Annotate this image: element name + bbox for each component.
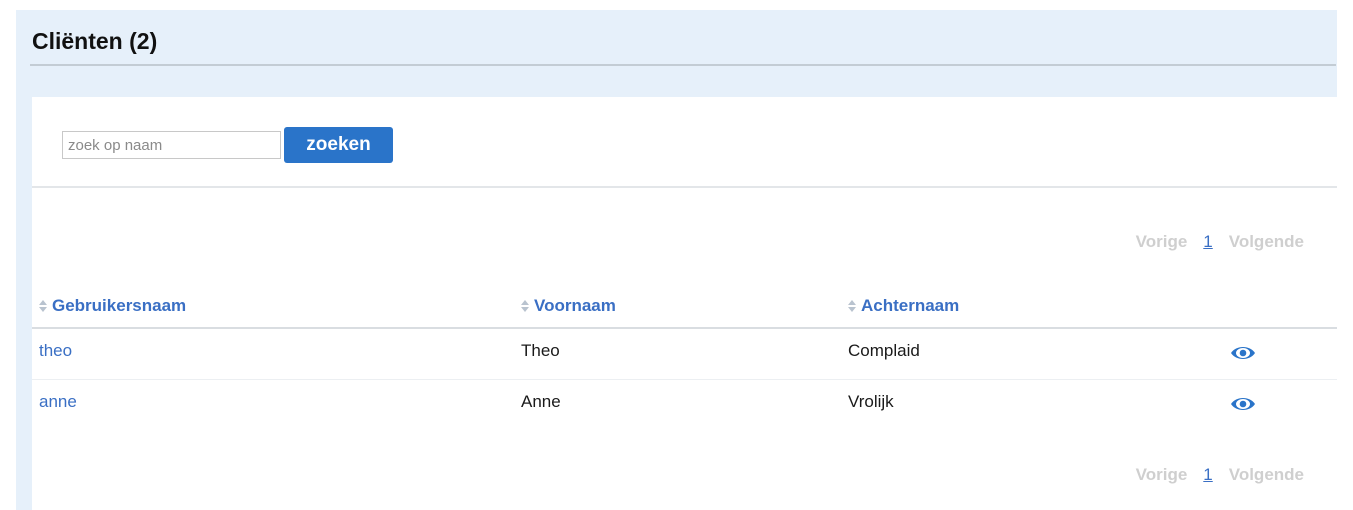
page-title: Cliënten (2) [32,28,158,54]
column-header-last-name[interactable]: Achternaam [848,295,959,317]
last-name-cell: Vrolijk [848,392,894,411]
sort-icon [39,299,47,313]
next-page-link: Volgende [1228,465,1304,484]
last-name-cell: Complaid [848,341,920,360]
username-link[interactable]: anne [39,392,77,412]
username-link[interactable]: theo [39,341,72,361]
column-header-label: Gebruikersnaam [52,296,187,315]
search-button[interactable]: zoeken [284,127,393,163]
first-name-cell: Theo [521,341,560,360]
page-number-link[interactable]: 1 [1203,465,1212,485]
table-row: theo Theo Complaid [32,329,1337,380]
first-name-cell: Anne [521,392,561,411]
column-header-first-name[interactable]: Voornaam [521,295,616,317]
sort-icon [848,299,856,313]
clients-panel: Cliënten (2) zoeken Vorige 1 Volgende Ge… [16,10,1337,510]
next-page-link: Volgende [1228,232,1304,251]
eye-icon[interactable] [1230,396,1256,412]
sort-icon [521,299,529,313]
pagination-bottom: Vorige 1 Volgende [1136,464,1304,486]
column-header-label: Voornaam [534,296,616,315]
search-input[interactable] [62,131,281,159]
column-header-label: Achternaam [861,296,960,315]
table-row: anne Anne Vrolijk [32,380,1337,430]
previous-page-link: Vorige [1135,465,1188,484]
search-bar: zoeken [32,97,1337,188]
previous-page-link: Vorige [1135,232,1188,251]
eye-icon[interactable] [1230,345,1256,361]
page-number-link[interactable]: 1 [1203,232,1212,252]
panel-header: Cliënten (2) [30,24,1336,66]
panel-content: zoeken Vorige 1 Volgende Gebruikersnaam … [32,97,1337,510]
pagination-top: Vorige 1 Volgende [1136,231,1304,253]
column-header-username[interactable]: Gebruikersnaam [39,295,186,317]
